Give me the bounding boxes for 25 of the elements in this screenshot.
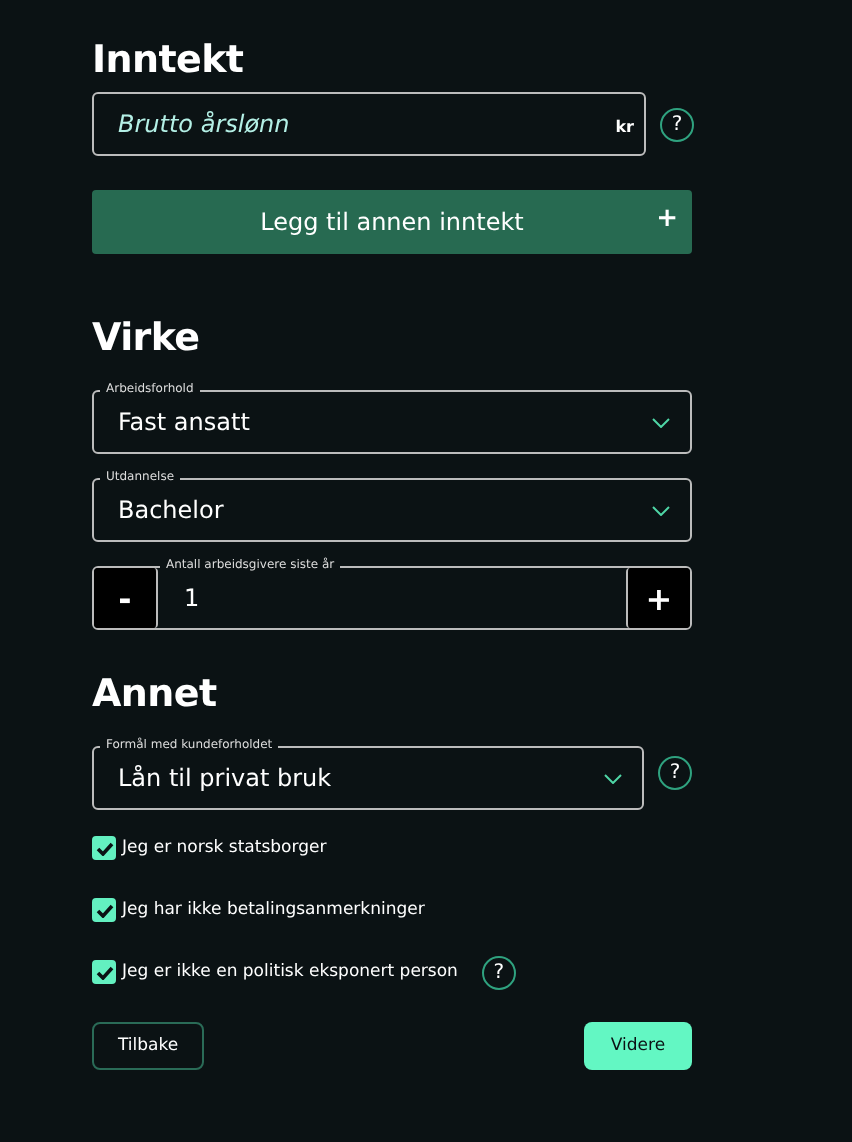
select-value: Bachelor [116,496,226,524]
decrement-button[interactable]: - [94,568,158,628]
next-button[interactable]: Videre [584,1022,692,1070]
add-income-button[interactable]: Legg til annen inntekt + [92,190,692,254]
checkbox[interactable] [92,898,116,922]
checkbox[interactable] [92,960,116,984]
chevron-down-icon [604,773,622,783]
select-value: Lån til privat bruk [116,764,334,792]
currency-label: kr [615,118,634,136]
section-heading: Annet [92,670,219,720]
help-icon[interactable]: ? [658,756,692,790]
chevron-down-icon [652,505,670,515]
section-heading: Inntekt [92,36,246,86]
checkbox-label: Jeg er ikke en politisk eksponert person [122,962,458,982]
back-button[interactable]: Tilbake [92,1022,205,1070]
checkbox-label: Jeg har ikke betalingsanmerkninger [122,900,425,920]
checkbox[interactable] [92,836,116,860]
increment-button[interactable]: + [626,568,690,628]
select-value: Fast ansatt [116,408,252,436]
help-icon[interactable]: ? [481,955,516,989]
chevron-down-icon [652,417,670,427]
stepper-value: 1 [182,584,202,612]
section-heading: Virke [92,314,202,364]
checkbox-label: Jeg er norsk statsborger [122,838,327,858]
help-icon[interactable]: ? [660,107,694,141]
